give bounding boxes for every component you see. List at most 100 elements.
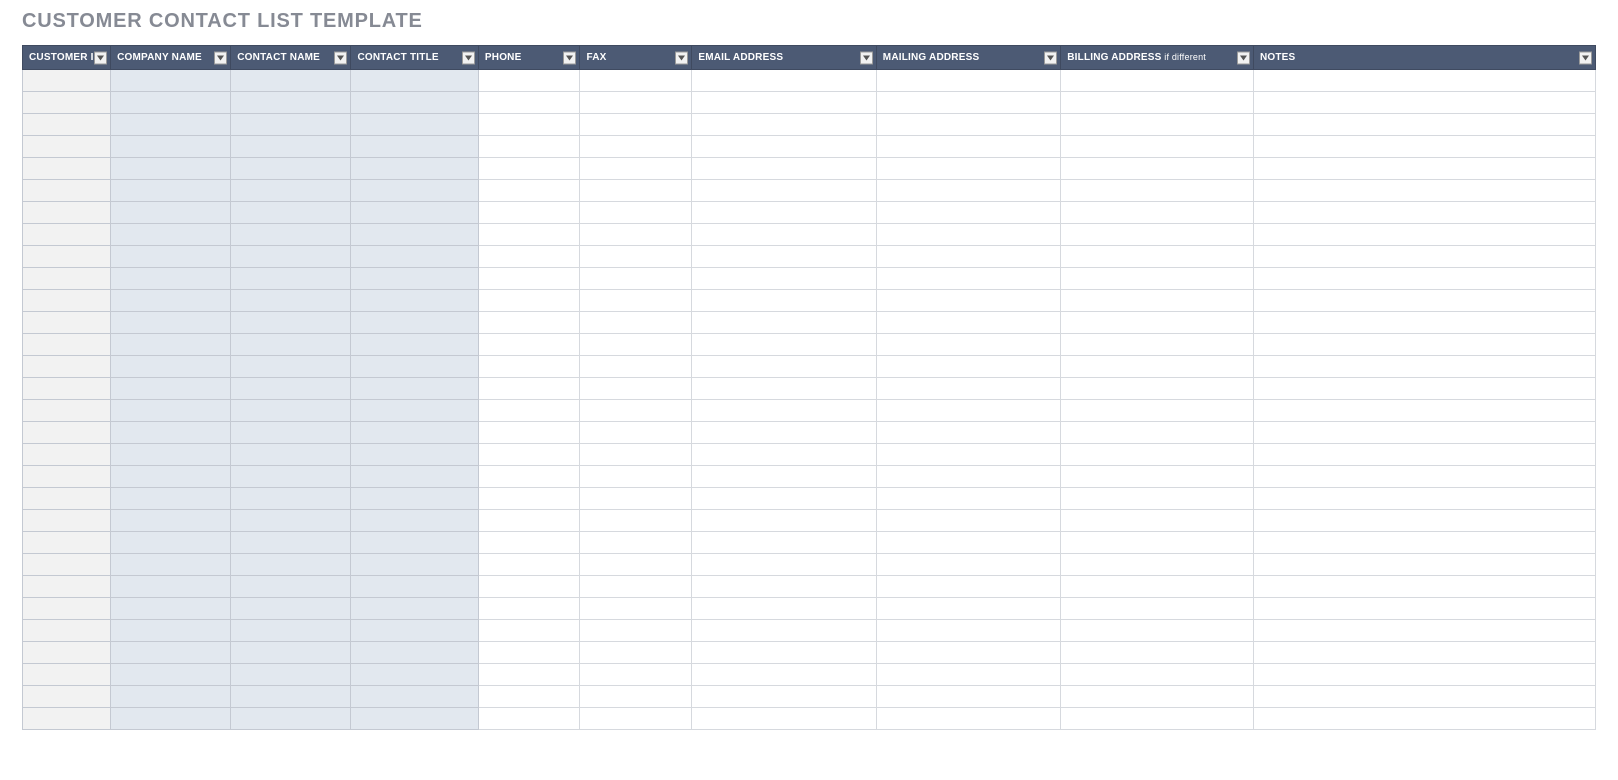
cell[interactable] <box>876 356 1060 378</box>
cell[interactable] <box>876 510 1060 532</box>
cell[interactable] <box>1061 356 1254 378</box>
col-email-address[interactable]: EMAIL ADDRESS <box>692 46 876 70</box>
cell[interactable] <box>580 620 692 642</box>
cell[interactable] <box>23 444 111 466</box>
cell[interactable] <box>1253 598 1595 620</box>
col-contact-name[interactable]: CONTACT NAME <box>231 46 351 70</box>
cell[interactable] <box>231 488 351 510</box>
cell[interactable] <box>1253 708 1595 730</box>
cell[interactable] <box>478 422 580 444</box>
cell[interactable] <box>1061 510 1254 532</box>
cell[interactable] <box>111 400 231 422</box>
cell[interactable] <box>692 180 876 202</box>
cell[interactable] <box>111 466 231 488</box>
cell[interactable] <box>111 356 231 378</box>
cell[interactable] <box>1253 378 1595 400</box>
filter-dropdown-icon[interactable] <box>1579 51 1592 64</box>
cell[interactable] <box>111 158 231 180</box>
cell[interactable] <box>478 136 580 158</box>
cell[interactable] <box>876 268 1060 290</box>
cell[interactable] <box>23 510 111 532</box>
cell[interactable] <box>23 598 111 620</box>
cell[interactable] <box>1253 532 1595 554</box>
cell[interactable] <box>1061 224 1254 246</box>
cell[interactable] <box>692 466 876 488</box>
cell[interactable] <box>692 136 876 158</box>
cell[interactable] <box>478 444 580 466</box>
cell[interactable] <box>111 554 231 576</box>
cell[interactable] <box>876 598 1060 620</box>
cell[interactable] <box>692 202 876 224</box>
cell[interactable] <box>580 400 692 422</box>
filter-dropdown-icon[interactable] <box>94 51 107 64</box>
cell[interactable] <box>580 444 692 466</box>
cell[interactable] <box>692 224 876 246</box>
cell[interactable] <box>876 158 1060 180</box>
cell[interactable] <box>231 664 351 686</box>
cell[interactable] <box>478 400 580 422</box>
cell[interactable] <box>23 708 111 730</box>
cell[interactable] <box>23 180 111 202</box>
cell[interactable] <box>231 598 351 620</box>
cell[interactable] <box>580 686 692 708</box>
cell[interactable] <box>231 554 351 576</box>
cell[interactable] <box>692 510 876 532</box>
cell[interactable] <box>23 202 111 224</box>
cell[interactable] <box>876 180 1060 202</box>
cell[interactable] <box>876 466 1060 488</box>
cell[interactable] <box>231 378 351 400</box>
cell[interactable] <box>876 334 1060 356</box>
cell[interactable] <box>580 268 692 290</box>
cell[interactable] <box>231 70 351 92</box>
cell[interactable] <box>580 466 692 488</box>
cell[interactable] <box>876 202 1060 224</box>
cell[interactable] <box>1253 422 1595 444</box>
cell[interactable] <box>351 224 478 246</box>
cell[interactable] <box>231 620 351 642</box>
cell[interactable] <box>351 686 478 708</box>
cell[interactable] <box>876 70 1060 92</box>
cell[interactable] <box>478 664 580 686</box>
cell[interactable] <box>1253 466 1595 488</box>
cell[interactable] <box>478 246 580 268</box>
cell[interactable] <box>1061 642 1254 664</box>
cell[interactable] <box>1061 576 1254 598</box>
cell[interactable] <box>1253 158 1595 180</box>
cell[interactable] <box>1253 510 1595 532</box>
cell[interactable] <box>111 598 231 620</box>
cell[interactable] <box>876 642 1060 664</box>
cell[interactable] <box>23 664 111 686</box>
cell[interactable] <box>580 202 692 224</box>
cell[interactable] <box>351 422 478 444</box>
cell[interactable] <box>231 180 351 202</box>
cell[interactable] <box>351 576 478 598</box>
cell[interactable] <box>23 576 111 598</box>
filter-dropdown-icon[interactable] <box>860 51 873 64</box>
cell[interactable] <box>1061 70 1254 92</box>
cell[interactable] <box>1061 92 1254 114</box>
filter-dropdown-icon[interactable] <box>462 51 475 64</box>
cell[interactable] <box>23 488 111 510</box>
cell[interactable] <box>580 422 692 444</box>
cell[interactable] <box>231 510 351 532</box>
cell[interactable] <box>1253 246 1595 268</box>
cell[interactable] <box>23 356 111 378</box>
cell[interactable] <box>876 444 1060 466</box>
cell[interactable] <box>231 576 351 598</box>
cell[interactable] <box>1253 224 1595 246</box>
cell[interactable] <box>478 224 580 246</box>
cell[interactable] <box>478 202 580 224</box>
cell[interactable] <box>351 378 478 400</box>
cell[interactable] <box>231 158 351 180</box>
cell[interactable] <box>1253 620 1595 642</box>
cell[interactable] <box>478 598 580 620</box>
cell[interactable] <box>111 312 231 334</box>
col-billing-address[interactable]: BILLING ADDRESS if different <box>1061 46 1254 70</box>
cell[interactable] <box>478 180 580 202</box>
cell[interactable] <box>231 356 351 378</box>
cell[interactable] <box>876 708 1060 730</box>
cell[interactable] <box>692 664 876 686</box>
cell[interactable] <box>1253 400 1595 422</box>
cell[interactable] <box>478 576 580 598</box>
cell[interactable] <box>580 598 692 620</box>
